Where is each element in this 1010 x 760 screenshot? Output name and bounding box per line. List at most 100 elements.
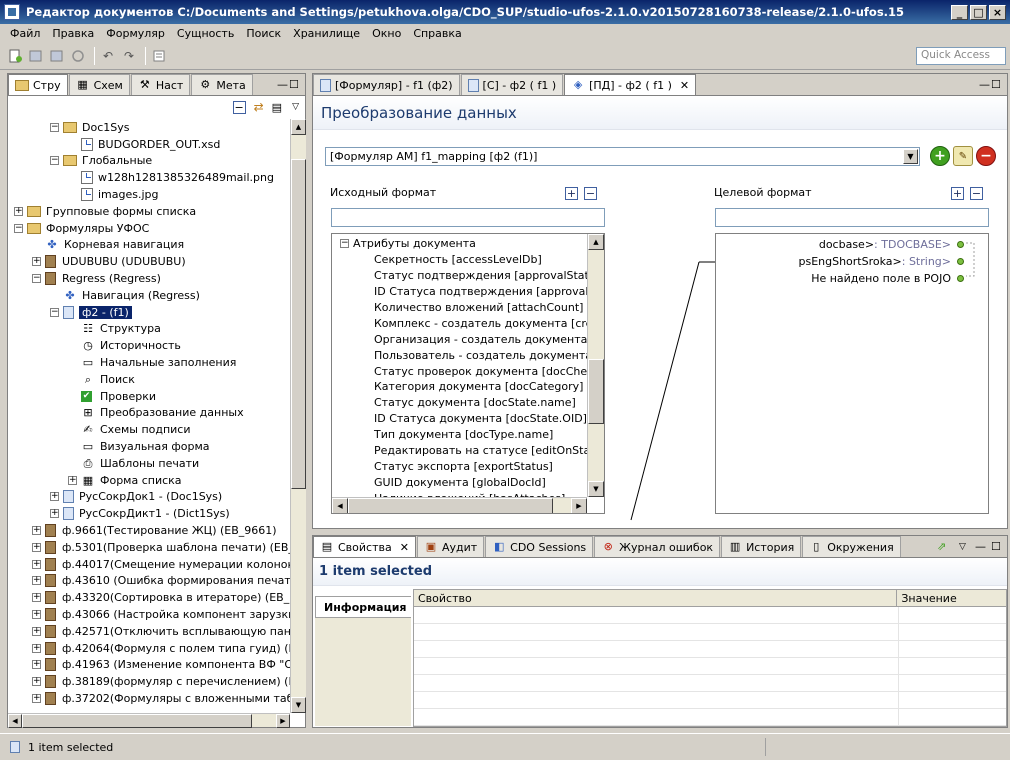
source-field[interactable]: Комплекс - создатель документа [createC — [332, 315, 587, 331]
collapse-all-icon[interactable]: − — [584, 187, 597, 200]
edit-mapping-button[interactable]: ✎ — [953, 146, 973, 166]
close-button[interactable]: × — [989, 4, 1006, 20]
source-field[interactable]: Пользователь - создатель документа [cre — [332, 347, 587, 363]
column-header-property[interactable]: Свойство — [414, 590, 898, 606]
tab-meta[interactable]: ⚙ Мета — [191, 74, 253, 95]
collapse-icon[interactable]: − — [50, 156, 59, 166]
expand-all-icon[interactable]: + — [565, 187, 578, 200]
source-field[interactable]: Секретность [accessLevelDb] — [332, 252, 587, 268]
source-field[interactable]: Наличие вложений [hasAttaches] — [332, 490, 587, 497]
tree-item[interactable]: + ▦ Форма списка — [8, 472, 290, 489]
tree-item[interactable]: BUDGORDER_OUT.xsd — [8, 136, 290, 153]
source-field[interactable]: Статус экспорта [exportStatus] — [332, 458, 587, 474]
source-field[interactable]: Редактировать на статусе [editOnStatus] — [332, 443, 587, 459]
target-field[interactable]: psEngShortSroka> : String> — [716, 253, 968, 270]
source-field[interactable]: ID Статуса подтверждения [approvalState — [332, 284, 587, 300]
tab-transform-editor[interactable]: ◈ [ПД] - ф2 ( f1 ) ✕ — [564, 74, 697, 95]
expand-icon[interactable]: + — [32, 526, 41, 536]
scroll-up-button[interactable]: ▲ — [291, 119, 306, 135]
menu-entity[interactable]: Сущность — [171, 27, 240, 40]
target-field[interactable]: Не найдено поле в POJO — [716, 270, 968, 287]
tree-item[interactable]: ✤ Навигация (Regress) — [8, 287, 290, 304]
tree-item[interactable]: + РусСокрДок1 - (Doc1Sys) — [8, 489, 290, 506]
maximize-view-icon[interactable]: ☐ — [289, 78, 305, 91]
source-field[interactable]: Тип документа [docType.name] — [332, 427, 587, 443]
tree-vertical-scrollbar[interactable]: ▲ ▼ — [290, 119, 306, 713]
close-tab-icon[interactable]: ✕ — [680, 79, 689, 92]
collapse-icon[interactable]: − — [14, 223, 23, 233]
scroll-down-button[interactable]: ▼ — [588, 481, 604, 497]
tree-item[interactable]: w128h1281385326489mail.png — [8, 169, 290, 186]
tree-item[interactable]: + ф.42571(Отключить всплывающую пан — [8, 623, 290, 640]
expand-icon[interactable]: + — [32, 559, 41, 569]
source-field[interactable]: Организация - создатель документа [crea — [332, 331, 587, 347]
tree-item[interactable]: + ф.41963 (Изменение компонента ВФ "От — [8, 657, 290, 674]
properties-icon[interactable] — [150, 47, 168, 65]
tree-item[interactable]: ▭ Визуальная форма — [8, 438, 290, 455]
scroll-thumb[interactable] — [588, 359, 604, 424]
redo-icon[interactable]: ↷ — [120, 47, 138, 65]
tree-item[interactable]: ◷ Историчность — [8, 337, 290, 354]
expand-icon[interactable]: + — [32, 610, 41, 619]
source-field[interactable]: ID Статуса документа [docState.OID] — [332, 411, 587, 427]
column-header-value[interactable]: Значение — [897, 590, 1006, 606]
tab-cdo-sessions[interactable]: ◧ CDO Sessions — [485, 536, 594, 557]
tree-item[interactable]: ✔ Проверки — [8, 388, 290, 405]
source-field[interactable]: Статус документа [docState.name] — [332, 395, 587, 411]
tab-environments[interactable]: ▯ Окружения — [802, 536, 901, 557]
source-filter-input[interactable] — [331, 208, 605, 227]
collapse-icon[interactable]: − — [340, 239, 349, 249]
tab-structure-editor[interactable]: [С] - ф2 ( f1 ) — [460, 74, 564, 95]
save-icon[interactable] — [48, 47, 66, 65]
expand-icon[interactable]: + — [32, 677, 41, 687]
tab-history[interactable]: ▥ История — [721, 536, 802, 557]
tab-schemas[interactable]: ▦ Схем — [68, 74, 130, 95]
collapse-all-icon[interactable]: − — [232, 100, 246, 114]
filter-icon[interactable]: ▤ — [272, 101, 282, 114]
collapse-icon[interactable]: − — [32, 274, 41, 284]
source-field[interactable]: Категория документа [docCategory] — [332, 379, 587, 395]
view-menu-icon[interactable]: ▽ — [292, 102, 299, 112]
maximize-button[interactable]: □ — [970, 4, 987, 20]
tree-item[interactable]: + ф.43066 (Настройка компонент зарузки — [8, 606, 290, 623]
tab-audit[interactable]: ▣ Аудит — [416, 536, 485, 557]
tree-item[interactable]: ☷ Структура — [8, 321, 290, 338]
hscroll-thumb[interactable] — [22, 714, 252, 728]
expand-icon[interactable]: + — [32, 593, 41, 603]
tree-item[interactable]: + РусСокрДикт1 - (Dict1Sys) — [8, 505, 290, 522]
source-field[interactable]: Количество вложений [attachCount] — [332, 300, 587, 316]
remove-mapping-button[interactable]: − — [976, 146, 996, 166]
tree-item[interactable]: − ф2 - (f1) — [8, 304, 290, 321]
close-tab-icon[interactable]: ✕ — [400, 541, 409, 554]
menu-form[interactable]: Формуляр — [100, 27, 171, 40]
tree-item[interactable]: ⊞ Преобразование данных — [8, 405, 290, 422]
expand-icon[interactable]: + — [32, 257, 41, 267]
menu-file[interactable]: Файл — [4, 27, 46, 40]
expand-icon[interactable]: + — [50, 492, 59, 502]
scroll-right-button[interactable]: ▶ — [276, 714, 290, 728]
tree-item[interactable]: + ф.37202(Формуляры с вложенными табл — [8, 690, 290, 707]
view-menu-icon[interactable]: ▽ — [959, 542, 975, 552]
tree-item[interactable]: + UDUBUBU (UDUBUBU) — [8, 253, 290, 270]
source-field[interactable]: Статус проверок документа [docCheckLev — [332, 363, 587, 379]
hscroll-thumb[interactable] — [348, 498, 553, 513]
expand-all-icon[interactable]: + — [951, 187, 964, 200]
link-editor-icon[interactable]: ⇄ — [254, 100, 264, 114]
new-icon[interactable] — [6, 47, 24, 65]
menu-window[interactable]: Окно — [366, 27, 407, 40]
tree-item[interactable]: + ф.9661(Тестирование ЖЦ) (ЕВ_9661) — [8, 522, 290, 539]
source-horizontal-scrollbar[interactable]: ◀ ▶ — [332, 497, 587, 513]
maximize-view-icon[interactable]: ☐ — [991, 540, 1007, 553]
maximize-editor-icon[interactable]: ☐ — [991, 78, 1007, 91]
tree-item[interactable]: − Формуляры УФОС — [8, 220, 290, 237]
refresh-icon[interactable] — [69, 47, 87, 65]
menu-search[interactable]: Поиск — [240, 27, 287, 40]
save-all-icon[interactable] — [27, 47, 45, 65]
chevron-down-icon[interactable]: ▼ — [903, 149, 918, 164]
tree-item[interactable]: images.jpg — [8, 186, 290, 203]
menu-help[interactable]: Справка — [407, 27, 467, 40]
tab-error-log[interactable]: ⊗ Журнал ошибок — [594, 536, 721, 557]
add-mapping-button[interactable]: + — [930, 146, 950, 166]
mapping-select[interactable]: [Формуляр АМ] f1_mapping [ф2 (f1)] ▼ — [325, 147, 920, 166]
tree-item[interactable]: ⌕ Поиск — [8, 371, 290, 388]
